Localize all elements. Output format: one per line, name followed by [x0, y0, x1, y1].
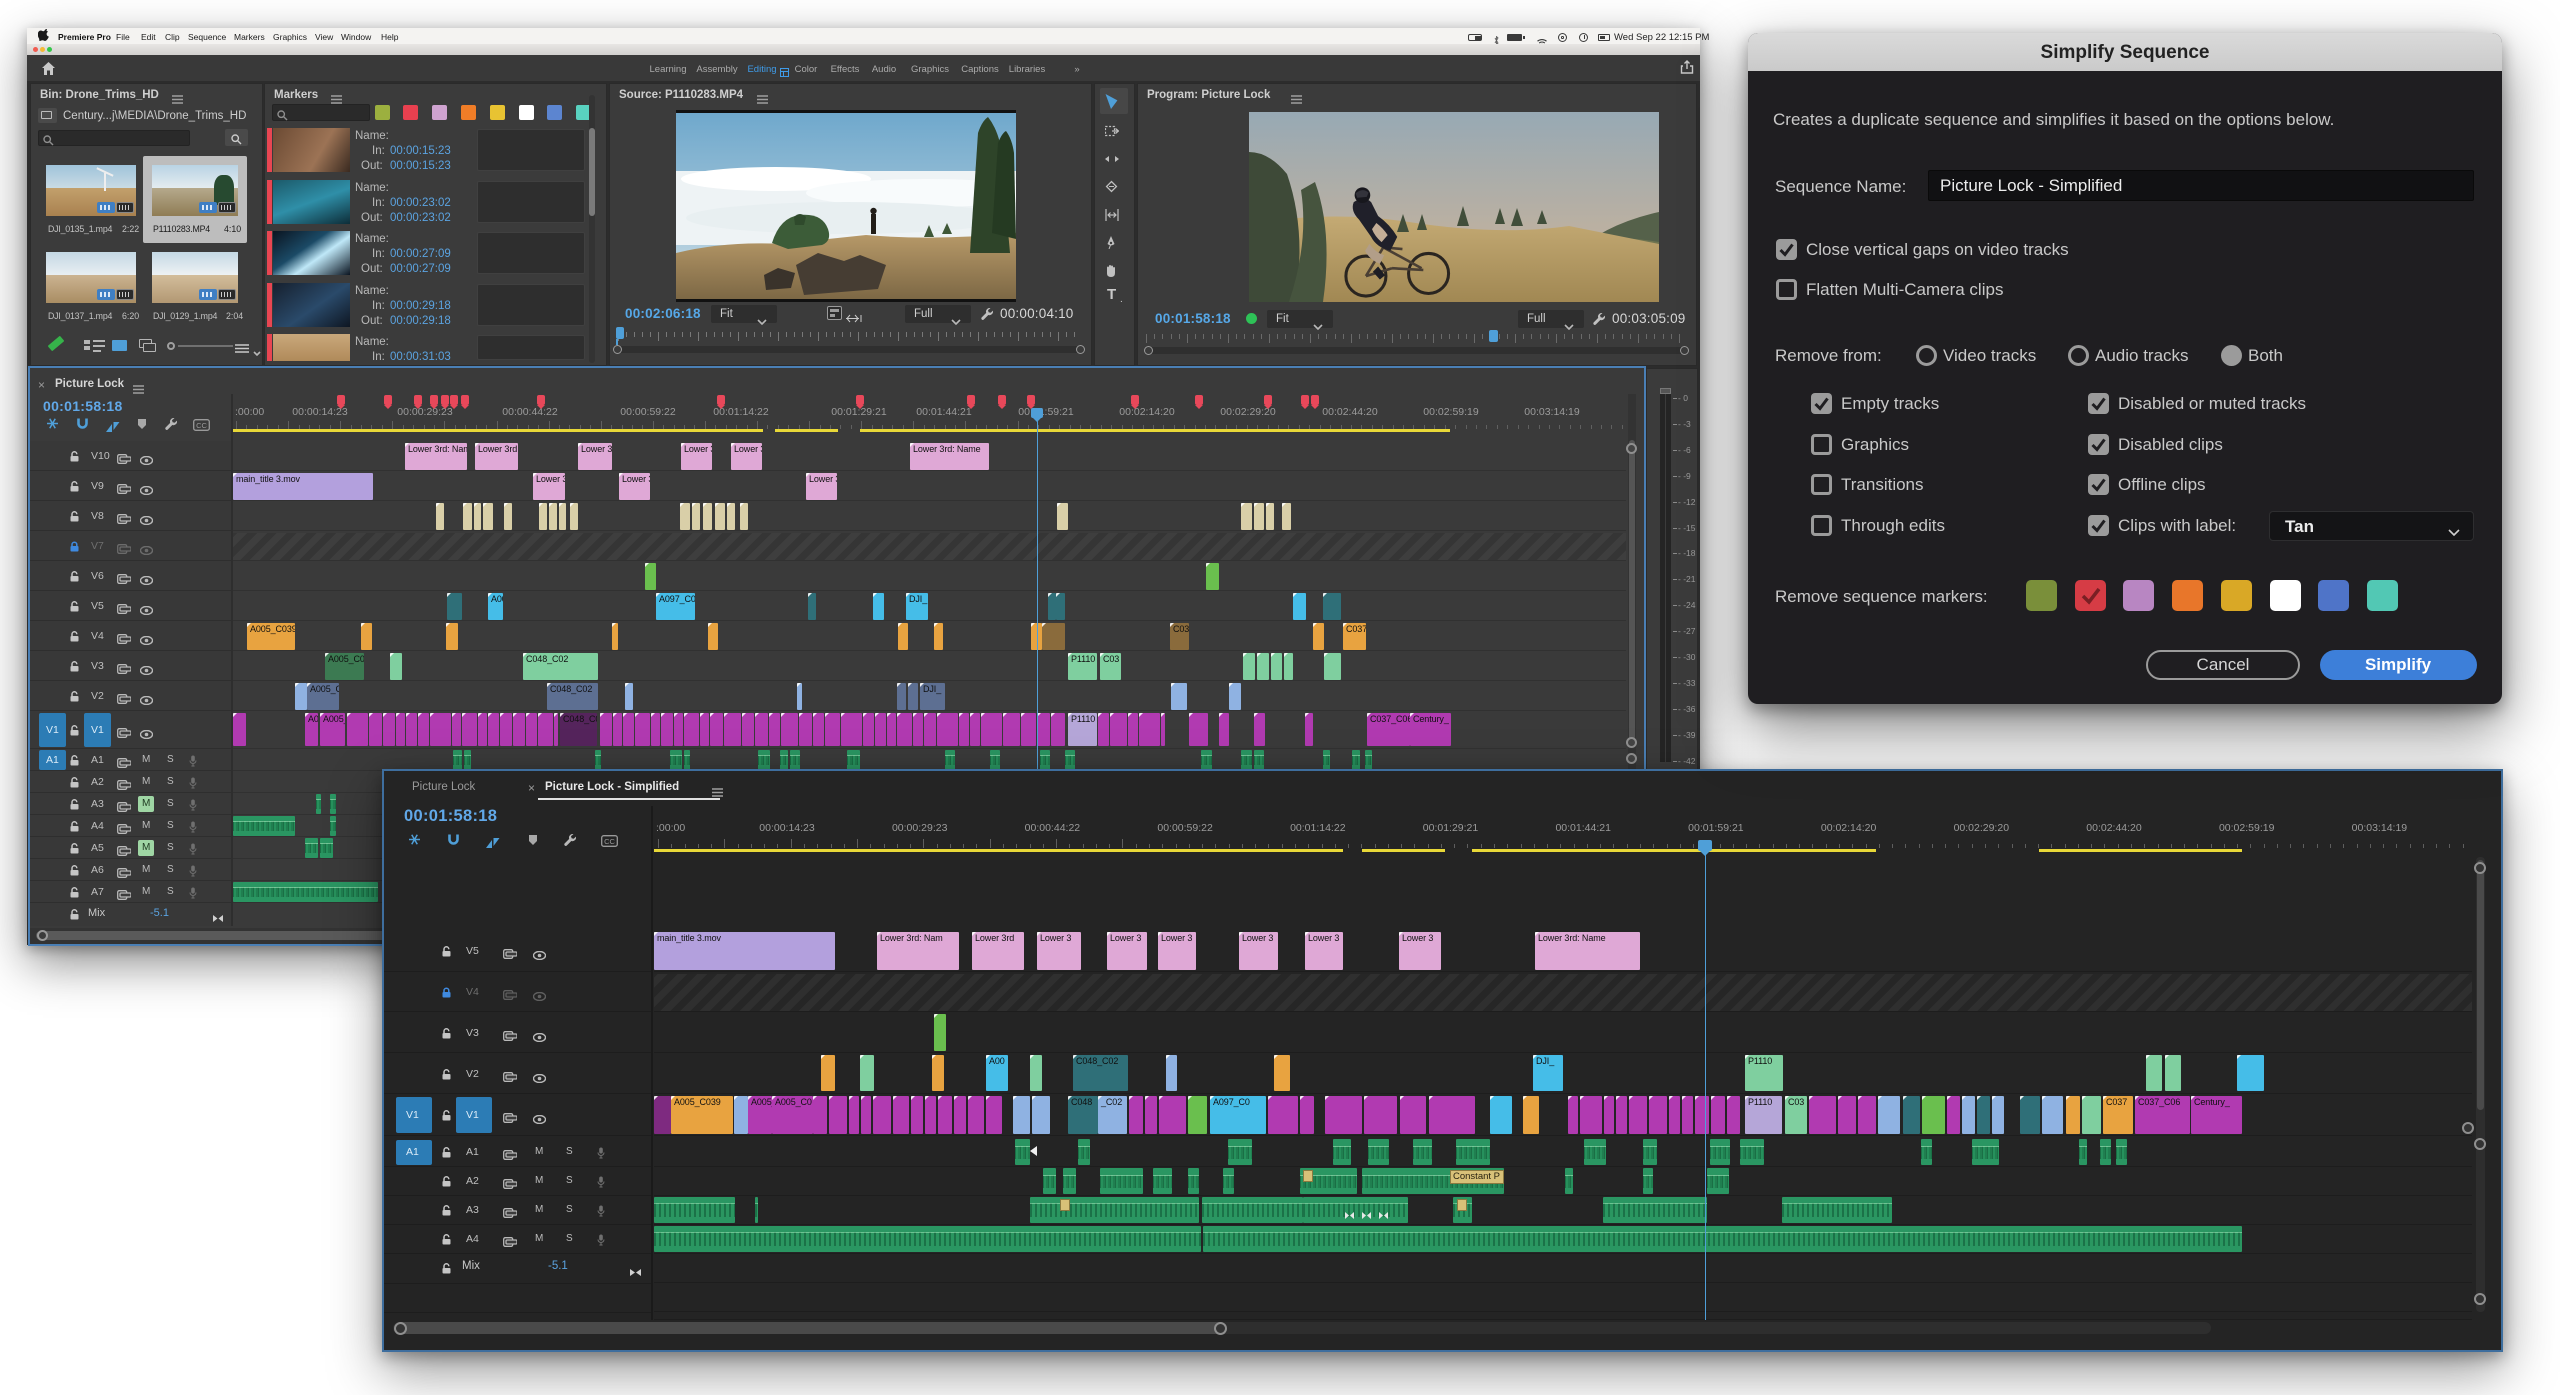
- svg-text:CC: CC: [604, 837, 615, 846]
- svg-text:CC: CC: [196, 421, 207, 430]
